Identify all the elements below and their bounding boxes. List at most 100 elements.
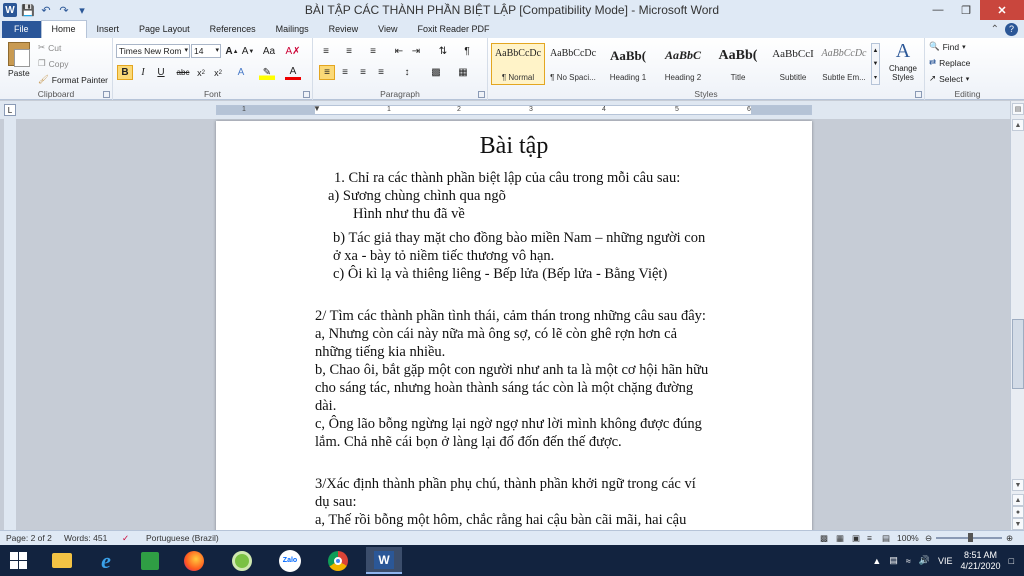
tab-file[interactable]: File xyxy=(2,21,41,38)
tab-page-layout[interactable]: Page Layout xyxy=(129,21,200,38)
tab-mailings[interactable]: Mailings xyxy=(266,21,319,38)
proofing-icon[interactable]: ✓ xyxy=(122,533,129,544)
close-button[interactable]: ✕ xyxy=(980,0,1024,20)
cut-button[interactable]: ✂ Cut xyxy=(38,42,61,53)
line-spacing-icon[interactable]: ↕ xyxy=(399,65,415,80)
style-heading-1[interactable]: AaBb( Heading 1 xyxy=(601,43,655,85)
align-center-icon[interactable]: ≡ xyxy=(337,65,353,80)
find-button[interactable]: 🔍 Find ▾ xyxy=(929,41,966,52)
vertical-scrollbar[interactable]: ▤ ▲ ▼ ▲ ● ▼ xyxy=(1010,101,1024,530)
language-indicator[interactable]: Portuguese (Brazil) xyxy=(146,533,219,543)
bold-icon[interactable]: B xyxy=(117,65,133,80)
scroll-up-icon[interactable]: ▲ xyxy=(1012,119,1024,131)
zoom-level[interactable]: 100% xyxy=(897,533,919,543)
network-icon[interactable]: ▤ xyxy=(889,555,898,566)
zoom-out-icon[interactable]: ⊖ xyxy=(925,533,932,544)
superscript-icon[interactable]: x2 xyxy=(210,65,226,80)
tab-references[interactable]: References xyxy=(200,21,266,38)
increase-indent-icon[interactable]: ⇥ xyxy=(408,44,424,59)
font-size-select[interactable]: 14 ▾ xyxy=(191,44,221,58)
more-styles-icon[interactable]: ▾ xyxy=(874,74,877,81)
sort-icon[interactable]: ⇅ xyxy=(435,44,451,59)
taskbar-store[interactable] xyxy=(132,547,168,574)
clipboard-launcher-icon[interactable] xyxy=(103,91,110,98)
grow-font-icon[interactable]: A ▲ xyxy=(224,44,240,59)
zoom-slider-knob[interactable] xyxy=(968,533,973,542)
subscript-icon[interactable]: x2 xyxy=(193,65,209,80)
justify-icon[interactable]: ≡ xyxy=(373,65,389,80)
volume-icon[interactable]: 🔊 xyxy=(919,555,930,566)
minimize-ribbon-icon[interactable]: ⌃ xyxy=(991,24,999,35)
taskbar-firefox[interactable] xyxy=(176,547,212,574)
customize-qat-icon[interactable]: ▾ xyxy=(75,3,89,17)
undo-icon[interactable]: ↶ xyxy=(39,3,53,17)
taskbar-file-explorer[interactable] xyxy=(44,547,80,574)
font-color-icon[interactable]: A xyxy=(285,65,301,80)
multilevel-list-icon[interactable]: ≡ xyxy=(365,44,381,59)
zoom-in-icon[interactable]: ⊕ xyxy=(1006,533,1013,544)
bullets-icon[interactable]: ≡ xyxy=(318,44,334,59)
input-language[interactable]: VIE xyxy=(938,556,953,566)
browse-object-icon[interactable]: ● xyxy=(1012,506,1024,518)
tab-foxit-reader-pdf[interactable]: Foxit Reader PDF xyxy=(408,21,500,38)
format-painter-button[interactable]: 🖌 Format Painter xyxy=(38,74,108,85)
italic-icon[interactable]: I xyxy=(135,65,151,80)
taskbar-zalo[interactable]: Zalo xyxy=(272,547,308,574)
previous-page-icon[interactable]: ▲ xyxy=(1012,494,1024,506)
font-launcher-icon[interactable] xyxy=(303,91,310,98)
paste-button[interactable]: Paste xyxy=(8,68,30,78)
styles-launcher-icon[interactable] xyxy=(915,91,922,98)
full-screen-reading-icon[interactable]: ▦ xyxy=(836,533,844,544)
taskbar-word[interactable]: W xyxy=(366,547,402,574)
notifications-icon[interactable]: □ xyxy=(1009,556,1014,566)
scroll-down-icon[interactable]: ▼ xyxy=(1012,479,1024,491)
next-page-icon[interactable]: ▼ xyxy=(1012,518,1024,530)
highlight-icon[interactable]: ✎ xyxy=(259,65,275,80)
scrollbar-thumb[interactable] xyxy=(1012,319,1024,389)
tab-insert[interactable]: Insert xyxy=(87,21,130,38)
text-effects-icon[interactable]: A xyxy=(233,65,249,80)
style-heading-2[interactable]: AaBbC Heading 2 xyxy=(656,43,710,85)
change-styles-button[interactable]: A Change Styles xyxy=(884,40,922,82)
numbering-icon[interactable]: ≡ xyxy=(341,44,357,59)
wifi-icon[interactable]: ≈ xyxy=(906,556,911,566)
shrink-font-icon[interactable]: A ▼ xyxy=(240,44,256,59)
tab-selector-icon[interactable]: L xyxy=(4,104,16,116)
style-subtle-emphasis[interactable]: AaBbCcDc Subtle Em... xyxy=(817,43,871,85)
taskbar-coccoc[interactable] xyxy=(224,547,260,574)
font-family-select[interactable]: Times New Rom ▾ xyxy=(116,44,190,58)
strikethrough-icon[interactable]: abc xyxy=(175,65,191,80)
clock[interactable]: 8:51 AM 4/21/2020 xyxy=(961,550,1001,572)
ruler-toggle-icon[interactable]: ▤ xyxy=(1012,103,1024,115)
chevron-up-icon[interactable]: ▲ xyxy=(873,48,879,54)
document-page[interactable]: Bài tập 1. Chỉ ra các thành phần biệt lậ… xyxy=(216,121,812,530)
tab-review[interactable]: Review xyxy=(319,21,369,38)
taskbar-internet-explorer[interactable]: e xyxy=(88,547,124,574)
style-subtitle[interactable]: AaBbCcI Subtitle xyxy=(766,43,820,85)
styles-scroll[interactable]: ▲ ▼ ▾ xyxy=(871,43,880,85)
align-left-icon[interactable]: ≡ xyxy=(319,65,335,80)
indent-marker-icon[interactable]: ▼ xyxy=(313,104,321,113)
replace-button[interactable]: ⇄ Replace xyxy=(929,57,970,68)
paste-icon[interactable] xyxy=(8,42,30,67)
underline-icon[interactable]: U xyxy=(153,65,169,80)
borders-icon[interactable]: ▦ xyxy=(455,65,471,80)
page-count[interactable]: Page: 2 of 2 xyxy=(6,533,52,543)
word-logo-icon[interactable]: W xyxy=(3,3,17,17)
redo-icon[interactable]: ↷ xyxy=(57,3,71,17)
chevron-down-icon[interactable]: ▼ xyxy=(873,61,879,67)
paragraph-launcher-icon[interactable] xyxy=(478,91,485,98)
taskbar-chrome[interactable] xyxy=(320,547,356,574)
minimize-button[interactable]: — xyxy=(924,0,952,20)
align-right-icon[interactable]: ≡ xyxy=(355,65,371,80)
tab-view[interactable]: View xyxy=(368,21,407,38)
outline-view-icon[interactable]: ≡ xyxy=(867,533,872,543)
change-case-icon[interactable]: Aa xyxy=(261,44,277,59)
select-button[interactable]: ↗ Select ▾ xyxy=(929,73,969,84)
decrease-indent-icon[interactable]: ⇤ xyxy=(391,44,407,59)
vertical-ruler[interactable] xyxy=(4,119,16,530)
tab-home[interactable]: Home xyxy=(40,20,87,38)
show-formatting-marks-icon[interactable]: ¶ xyxy=(459,44,475,59)
show-hidden-icons-icon[interactable]: ▲ xyxy=(872,556,881,566)
style-title[interactable]: AaBb( Title xyxy=(711,43,765,85)
